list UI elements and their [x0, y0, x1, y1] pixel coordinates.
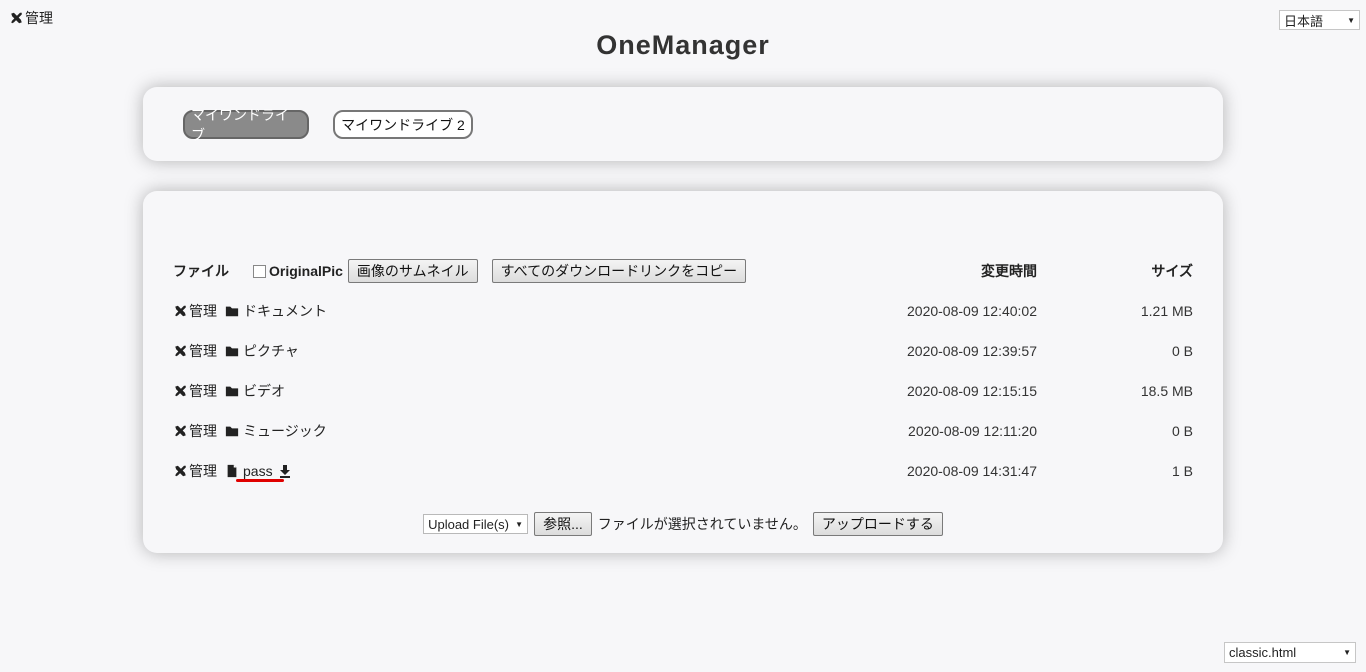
tools-icon [175, 465, 186, 477]
row-size: 0 B [1171, 343, 1193, 359]
table-header: ファイル OriginalPic 画像のサムネイル すべてのダウンロードリンクを… [173, 259, 1193, 283]
row-time: 2020-08-09 14:31:47 [907, 463, 1037, 479]
chevron-down-icon: ▼ [1347, 15, 1355, 25]
upload-button[interactable]: アップロードする [812, 512, 943, 536]
folder-icon [225, 306, 239, 317]
row-size: 18.5 MB [1140, 383, 1193, 399]
file-icon [227, 464, 237, 478]
table-row: 管理 ドキュメント 2020-08-09 12:40:02 1.21 MB [173, 300, 1193, 322]
drive-button-2[interactable]: マイワンドライブ 2 [333, 110, 473, 139]
copy-links-button[interactable]: すべてのダウンロードリンクをコピー [491, 259, 747, 283]
row-admin-label: 管理 [189, 463, 217, 479]
upload-mode-select[interactable]: Upload File(s) ▼ [423, 514, 529, 534]
admin-label: 管理 [25, 10, 53, 26]
row-time: 2020-08-09 12:11:20 [908, 423, 1037, 439]
page-title: OneManager [596, 30, 770, 60]
row-name-link[interactable]: pass [243, 463, 273, 479]
download-icon[interactable] [279, 464, 291, 478]
row-admin-label: 管理 [189, 343, 217, 359]
original-pic-checkbox[interactable] [253, 264, 266, 278]
tools-icon [175, 345, 186, 357]
header-time: 変更時間 [981, 263, 1037, 279]
folder-icon [225, 346, 239, 357]
language-value: 日本語 [1284, 13, 1324, 29]
row-size: 0 B [1171, 423, 1193, 439]
tools-icon [175, 385, 186, 397]
highlight-underline [236, 479, 284, 482]
row-size: 1.21 MB [1140, 303, 1193, 319]
header-size: サイズ [1151, 263, 1193, 279]
upload-bar: Upload File(s) ▼ 参照... ファイルが選択されていません。 ア… [143, 512, 1223, 536]
chevron-down-icon: ▼ [1343, 648, 1351, 657]
original-pic-option[interactable]: OriginalPic [253, 263, 343, 279]
no-file-text: ファイルが選択されていません。 [597, 516, 807, 532]
admin-link[interactable]: 管理 [9, 8, 53, 28]
row-name-link[interactable]: ビデオ [243, 381, 285, 401]
row-time: 2020-08-09 12:40:02 [907, 303, 1037, 319]
header-file: ファイル [173, 263, 229, 279]
upload-mode-value: Upload File(s) [428, 516, 509, 532]
template-value: classic.html [1229, 645, 1297, 660]
row-name-link[interactable]: ドキュメント [243, 301, 327, 321]
row-time: 2020-08-09 12:15:15 [907, 383, 1037, 399]
file-list-panel: ファイル OriginalPic 画像のサムネイル すべてのダウンロードリンクを… [143, 191, 1223, 553]
tools-icon [175, 305, 186, 317]
original-pic-label: OriginalPic [269, 263, 343, 279]
row-admin-link[interactable]: 管理 [173, 341, 225, 361]
row-admin-label: 管理 [189, 303, 217, 319]
language-select[interactable]: 日本語 ▼ [1279, 10, 1360, 30]
table-row: 管理 ビデオ 2020-08-09 12:15:15 18.5 MB [173, 380, 1193, 402]
row-name-link[interactable]: ミュージック [243, 421, 327, 441]
row-time: 2020-08-09 12:39:57 [907, 343, 1037, 359]
row-admin-link[interactable]: 管理 [173, 421, 225, 441]
template-select[interactable]: classic.html ▼ [1224, 642, 1356, 663]
folder-icon [225, 386, 239, 397]
row-admin-link[interactable]: 管理 [173, 301, 225, 321]
table-row: 管理 ミュージック 2020-08-09 12:11:20 0 B [173, 420, 1193, 442]
row-admin-link[interactable]: 管理 [173, 381, 225, 401]
table-row: 管理 ピクチャ 2020-08-09 12:39:57 0 B [173, 340, 1193, 362]
drive-button-1[interactable]: マイワンドライブ [183, 107, 309, 143]
folder-icon [225, 426, 239, 437]
table-row: 管理 pass 2020-08-09 14:31:47 1 B [173, 460, 1193, 482]
tools-icon [11, 12, 22, 24]
drive-selector: マイワンドライブ マイワンドライブ 2 [143, 87, 1223, 161]
chevron-down-icon: ▼ [515, 519, 524, 529]
row-name-link[interactable]: ピクチャ [243, 341, 299, 361]
row-size: 1 B [1171, 463, 1193, 479]
thumbnail-button[interactable]: 画像のサムネイル [347, 259, 478, 283]
row-admin-label: 管理 [189, 383, 217, 399]
row-admin-link[interactable]: 管理 [173, 461, 225, 481]
browse-button[interactable]: 参照... [534, 512, 592, 536]
tools-icon [175, 425, 186, 437]
row-admin-label: 管理 [189, 423, 217, 439]
